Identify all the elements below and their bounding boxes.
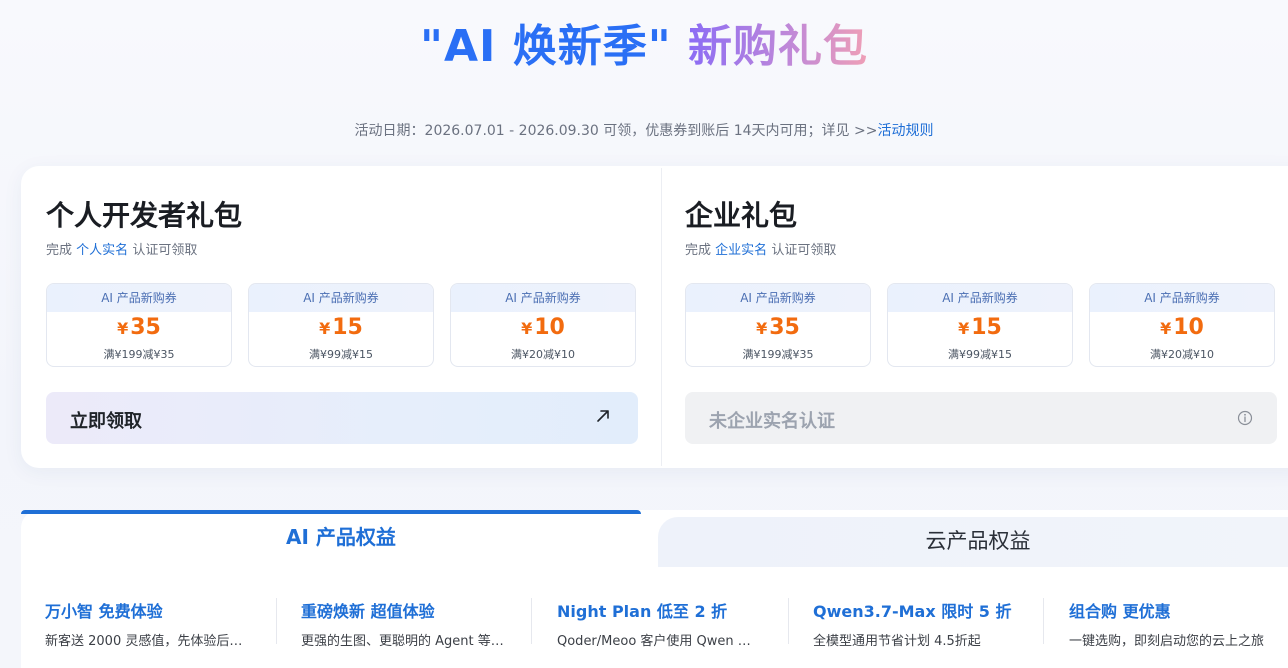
tab-ai-benefits[interactable]: AI 产品权益 — [21, 514, 661, 566]
desc-prefix: 完成 — [46, 243, 73, 258]
coupon-amount: ¥15 — [249, 315, 433, 343]
benefit-separator — [531, 598, 532, 644]
coupon-value: 35 — [130, 315, 161, 340]
coupon-condition: 满¥20减¥10 — [511, 348, 575, 361]
benefit-title: Night Plan 低至 2 折 — [557, 602, 728, 621]
page-title: "AI 焕新季" 新购礼包 — [0, 10, 1288, 74]
page-title-part2: 新购礼包 — [687, 21, 868, 72]
benefit-desc: 更强的生图、更聪明的 Agent 等你来体验 — [301, 634, 509, 649]
enterprise-verify-required-button[interactable]: 未企业实名认证 — [685, 392, 1277, 444]
benefit-title: 重磅焕新 超值体验 — [301, 602, 435, 621]
personal-pack-desc: 完成 个人实名 认证可领取 — [46, 239, 197, 258]
currency-symbol: ¥ — [1160, 319, 1172, 338]
coupon-value: 10 — [534, 315, 565, 340]
personal-pack-title: 个人开发者礼包 — [46, 199, 243, 232]
activity-date-text: 活动日期：2026.07.01 - 2026.09.30 可领，优惠券到账后 1… — [354, 123, 878, 139]
info-icon[interactable] — [1237, 410, 1253, 426]
coupon-condition: 满¥199减¥35 — [742, 348, 814, 361]
benefit-separator — [788, 598, 789, 644]
tab-cloud-label: 云产品权益 — [925, 529, 1031, 553]
enterprise-verify-required-label: 未企业实名认证 — [709, 411, 835, 432]
benefit-item[interactable]: Night Plan 低至 2 折 Qoder/Meoo 客户使用 Qwen 模… — [557, 598, 762, 658]
coupon-amount: ¥35 — [47, 315, 231, 343]
enterprise-verify-link[interactable]: 企业实名 — [715, 243, 767, 258]
currency-symbol: ¥ — [117, 319, 129, 338]
coupon-head: AI 产品新购券 — [1090, 284, 1274, 312]
coupon-condition: 满¥199减¥35 — [103, 348, 175, 361]
coupon-amount: ¥35 — [686, 315, 870, 343]
panel-divider — [661, 168, 662, 466]
arrow-up-right-icon — [597, 410, 609, 422]
claim-now-label: 立即领取 — [70, 411, 142, 432]
coupon-head: AI 产品新购券 — [686, 284, 870, 312]
coupon-card: AI 产品新购券 ¥10 满¥20减¥10 — [450, 283, 636, 367]
benefit-item[interactable]: 组合购 更优惠 一键选购，即刻启动您的云上之旅 — [1069, 598, 1279, 658]
currency-symbol: ¥ — [958, 319, 970, 338]
personal-verify-link[interactable]: 个人实名 — [76, 243, 128, 258]
benefit-separator — [276, 598, 277, 644]
coupon-card: AI 产品新购券 ¥15 满¥99减¥15 — [887, 283, 1073, 367]
benefit-desc: 全模型通用节省计划 4.5折起 — [813, 634, 981, 649]
desc-prefix: 完成 — [685, 243, 712, 258]
gift-packs-panel: 个人开发者礼包 完成 个人实名 认证可领取 AI 产品新购券 ¥35 满¥199… — [21, 166, 1288, 468]
page-title-part1: "AI 焕新季" — [420, 21, 672, 72]
coupon-condition: 满¥99减¥15 — [309, 348, 373, 361]
activity-date-note: 活动日期：2026.07.01 - 2026.09.30 可领，优惠券到账后 1… — [0, 120, 1288, 140]
desc-suffix: 认证可领取 — [771, 243, 837, 258]
benefit-item[interactable]: Qwen3.7-Max 限时 5 折 全模型通用节省计划 4.5折起 — [813, 598, 1018, 658]
coupon-value: 10 — [1173, 315, 1204, 340]
enterprise-pack-desc: 完成 企业实名 认证可领取 — [685, 239, 836, 258]
benefit-title: 万小智 免费体验 — [45, 602, 163, 621]
currency-symbol: ¥ — [756, 319, 768, 338]
enterprise-gift-pack: 企业礼包 完成 企业实名 认证可领取 AI 产品新购券 ¥35 满¥199减¥3… — [685, 166, 1285, 468]
desc-suffix: 认证可领取 — [132, 243, 198, 258]
benefit-title: Qwen3.7-Max 限时 5 折 — [813, 602, 1012, 621]
benefit-separator — [1043, 598, 1044, 644]
benefit-title: 组合购 更优惠 — [1069, 602, 1171, 621]
coupon-condition: 满¥20减¥10 — [1150, 348, 1214, 361]
coupon-value: 15 — [971, 315, 1002, 340]
tab-cloud-benefits[interactable]: 云产品权益 — [658, 517, 1288, 567]
coupon-card: AI 产品新购券 ¥35 满¥199减¥35 — [46, 283, 232, 367]
activity-rules-link[interactable]: 活动规则 — [877, 123, 933, 139]
coupon-amount: ¥10 — [451, 315, 635, 343]
benefit-desc: 新客送 2000 灵感值，先体验后购买 — [45, 634, 250, 649]
enterprise-pack-title: 企业礼包 — [685, 199, 798, 232]
coupon-head: AI 产品新购券 — [249, 284, 433, 312]
coupon-value: 15 — [332, 315, 363, 340]
tab-ai-label: AI 产品权益 — [286, 525, 396, 549]
benefit-desc: Qoder/Meoo 客户使用 Qwen 模型更划算 — [557, 634, 762, 649]
coupon-amount: ¥15 — [888, 315, 1072, 343]
currency-symbol: ¥ — [319, 319, 331, 338]
coupon-card: AI 产品新购券 ¥15 满¥99减¥15 — [248, 283, 434, 367]
coupon-head: AI 产品新购券 — [888, 284, 1072, 312]
benefit-item[interactable]: 重磅焕新 超值体验 更强的生图、更聪明的 Agent 等你来体验 — [301, 598, 509, 658]
currency-symbol: ¥ — [521, 319, 533, 338]
coupon-head: AI 产品新购券 — [451, 284, 635, 312]
benefit-item[interactable]: 万小智 免费体验 新客送 2000 灵感值，先体验后购买 — [45, 598, 250, 658]
coupon-condition: 满¥99减¥15 — [948, 348, 1012, 361]
personal-gift-pack: 个人开发者礼包 完成 个人实名 认证可领取 AI 产品新购券 ¥35 满¥199… — [46, 166, 646, 468]
coupon-card: AI 产品新购券 ¥35 满¥199减¥35 — [685, 283, 871, 367]
coupon-head: AI 产品新购券 — [47, 284, 231, 312]
coupon-card: AI 产品新购券 ¥10 满¥20减¥10 — [1089, 283, 1275, 367]
coupon-amount: ¥10 — [1090, 315, 1274, 343]
claim-now-button[interactable]: 立即领取 — [46, 392, 638, 444]
benefit-desc: 一键选购，即刻启动您的云上之旅 — [1069, 634, 1265, 649]
coupon-value: 35 — [769, 315, 800, 340]
